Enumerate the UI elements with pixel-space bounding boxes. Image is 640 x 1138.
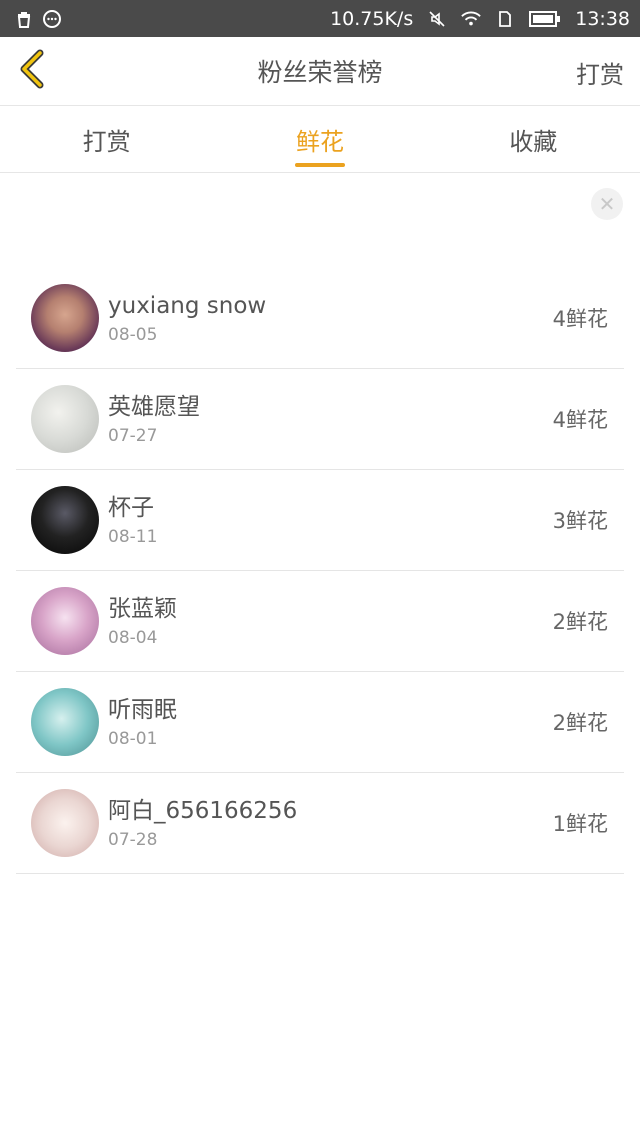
fan-name: 阿白_656166256	[108, 798, 298, 824]
list-item[interactable]: 杯子 08-11 3鲜花	[16, 470, 624, 571]
fan-list: yuxiang snow 08-05 4鲜花 英雄愿望 07-27 4鲜花 杯子…	[16, 268, 624, 874]
mute-icon	[427, 9, 447, 29]
avatar	[31, 284, 99, 352]
trash-icon	[14, 9, 34, 29]
sim-icon	[495, 9, 515, 29]
avatar	[31, 688, 99, 756]
avatar	[31, 587, 99, 655]
list-item[interactable]: yuxiang snow 08-05 4鲜花	[16, 268, 624, 369]
fan-date: 07-28	[108, 830, 158, 850]
chat-icon	[42, 9, 62, 29]
fan-name: 杯子	[108, 495, 154, 521]
status-bar: 10.75K/s 13:38	[0, 0, 640, 37]
flower-count: 2鲜花	[552, 610, 608, 634]
flower-count: 2鲜花	[552, 711, 608, 735]
fan-name: 英雄愿望	[108, 394, 200, 420]
list-item[interactable]: 张蓝颖 08-04 2鲜花	[16, 571, 624, 672]
battery-icon	[529, 9, 561, 29]
clock: 13:38	[575, 7, 630, 30]
tab-bar: 打赏 鲜花 收藏	[0, 106, 640, 173]
tab-reward[interactable]: 打赏	[0, 106, 213, 172]
fan-date: 08-01	[108, 729, 158, 749]
fan-date: 08-05	[108, 325, 158, 345]
reward-button[interactable]: 打赏	[576, 55, 624, 90]
flower-count: 3鲜花	[552, 509, 608, 533]
network-speed: 10.75K/s	[330, 7, 414, 30]
top-bar: 粉丝荣誉榜 打赏	[0, 37, 640, 106]
flower-count: 4鲜花	[552, 408, 608, 432]
page-title: 粉丝荣誉榜	[257, 58, 383, 87]
close-button[interactable]: ✕	[591, 188, 623, 220]
close-icon: ✕	[598, 192, 616, 216]
fan-name: 张蓝颖	[108, 596, 177, 622]
avatar	[31, 486, 99, 554]
tab-favorites[interactable]: 收藏	[427, 106, 640, 172]
list-item[interactable]: 阿白_656166256 07-28 1鲜花	[16, 773, 624, 874]
avatar	[31, 789, 99, 857]
fan-name: 听雨眠	[108, 697, 177, 723]
flower-count: 4鲜花	[552, 307, 608, 331]
fan-name: yuxiang snow	[108, 293, 267, 319]
list-item[interactable]: 英雄愿望 07-27 4鲜花	[16, 369, 624, 470]
fan-date: 07-27	[108, 426, 158, 446]
wifi-icon	[461, 9, 481, 29]
flower-count: 1鲜花	[552, 812, 608, 836]
fan-date: 08-04	[108, 628, 158, 648]
tab-flowers[interactable]: 鲜花	[213, 106, 426, 172]
list-item[interactable]: 听雨眠 08-01 2鲜花	[16, 672, 624, 773]
avatar	[31, 385, 99, 453]
fan-date: 08-11	[108, 527, 158, 547]
